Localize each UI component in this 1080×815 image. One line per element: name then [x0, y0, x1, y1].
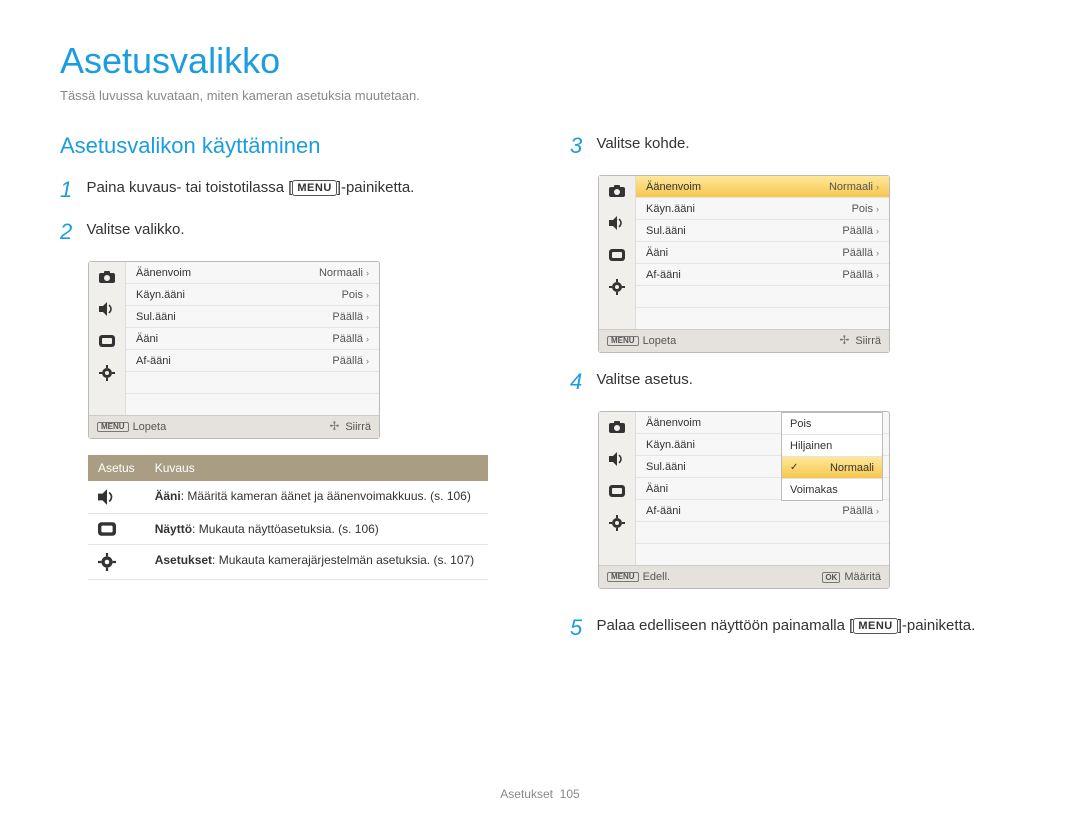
menu-icon: MENU: [607, 572, 639, 583]
lcd-menu-list: ÄänenvoimNormaali› Käyn.ääniPois› Sul.ää…: [126, 262, 379, 415]
list-item: Af-ääniPäällä›: [126, 350, 379, 372]
ok-icon: OK: [822, 572, 840, 583]
page-footer: Asetukset 105: [0, 787, 1080, 801]
section-heading: Asetusvalikon käyttäminen: [60, 133, 510, 159]
lcd-footer: MENUEdell. OKMääritä: [599, 565, 889, 588]
sound-icon: [88, 481, 145, 514]
lcd-sidebar: [599, 176, 636, 329]
step-number: 2: [60, 219, 82, 245]
display-icon: [98, 332, 116, 350]
sound-icon: [98, 300, 116, 318]
gear-icon: [98, 364, 116, 382]
list-item: Voimakas: [782, 479, 882, 500]
lcd-screenshot-1: ÄänenvoimNormaali› Käyn.ääniPois› Sul.ää…: [88, 261, 380, 439]
page-intro: Tässä luvussa kuvataan, miten kameran as…: [60, 88, 1020, 103]
step-text: Palaa edelliseen näyttöön painamalla [ME…: [596, 615, 975, 636]
list-item: Käyn.ääniPois›: [126, 284, 379, 306]
menu-icon: MENU: [607, 336, 639, 347]
gear-icon: [608, 514, 626, 532]
check-icon: ✓: [790, 462, 798, 473]
camera-icon: [608, 418, 626, 436]
camera-icon: [98, 268, 116, 286]
settings-table: Asetus Kuvaus Ääni: Määritä kameran ääne…: [88, 455, 488, 580]
step-1: 1 Paina kuvaus- tai toistotilassa [MENU]…: [60, 177, 510, 203]
table-header: Asetus: [88, 455, 145, 481]
menu-button-label: MENU: [292, 180, 336, 196]
display-icon: [88, 514, 145, 545]
gear-icon: [88, 545, 145, 580]
page-title: Asetusvalikko: [60, 40, 1020, 82]
gear-icon: [608, 278, 626, 296]
sound-icon: [608, 214, 626, 232]
lcd-footer: MENULopeta Siirrä: [89, 415, 379, 438]
step-text: Paina kuvaus- tai toistotilassa [MENU]-p…: [86, 177, 414, 198]
table-row: Asetukset: Mukauta kamerajärjestelmän as…: [88, 545, 488, 580]
list-item: Käyn.ääniPois›: [636, 198, 889, 220]
list-item: Af-ääniPäällä›: [636, 264, 889, 286]
lcd-menu-list: Äänenvoim Käyn.ääni Sul.ääni Ääni Af-ään…: [636, 412, 889, 565]
lcd-sidebar: [599, 412, 636, 565]
step-text: Valitse valikko.: [86, 219, 184, 240]
menu-button-label: MENU: [853, 618, 897, 634]
lcd-screenshot-2: ÄänenvoimNormaali› Käyn.ääniPois› Sul.ää…: [598, 175, 890, 353]
step-number: 4: [570, 369, 592, 395]
step-5: 5 Palaa edelliseen näyttöön painamalla […: [570, 615, 1020, 641]
lcd-sidebar: [89, 262, 126, 415]
table-row: Näyttö: Mukauta näyttöasetuksia. (s. 106…: [88, 514, 488, 545]
sound-icon: [608, 450, 626, 468]
list-item: Hiljainen: [782, 435, 882, 457]
lcd-menu-list: ÄänenvoimNormaali› Käyn.ääniPois› Sul.ää…: [636, 176, 889, 329]
list-item: ÄänenvoimNormaali›: [126, 262, 379, 284]
submenu-overlay: Pois Hiljainen ✓Normaali Voimakas: [781, 412, 883, 501]
lcd-screenshot-3: Äänenvoim Käyn.ääni Sul.ääni Ääni Af-ään…: [598, 411, 890, 589]
list-item: ÄäniPäällä›: [636, 242, 889, 264]
table-row: Ääni: Määritä kameran äänet ja äänenvoim…: [88, 481, 488, 514]
display-icon: [608, 482, 626, 500]
step-number: 5: [570, 615, 592, 641]
step-text: Valitse kohde.: [596, 133, 689, 154]
step-text: Valitse asetus.: [596, 369, 692, 390]
list-item: Sul.ääniPäällä›: [126, 306, 379, 328]
menu-icon: MENU: [97, 422, 129, 433]
step-2: 2 Valitse valikko.: [60, 219, 510, 245]
list-item: Af-ääniPäällä›: [636, 500, 889, 522]
display-icon: [608, 246, 626, 264]
list-item: Pois: [782, 413, 882, 435]
list-item: ÄäniPäällä›: [126, 328, 379, 350]
list-item-selected: ÄänenvoimNormaali›: [636, 176, 889, 198]
list-item: Sul.ääniPäällä›: [636, 220, 889, 242]
step-3: 3 Valitse kohde.: [570, 133, 1020, 159]
step-4: 4 Valitse asetus.: [570, 369, 1020, 395]
list-item-selected: ✓Normaali: [782, 457, 882, 479]
step-number: 1: [60, 177, 82, 203]
dpad-icon: [839, 335, 851, 347]
table-header: Kuvaus: [145, 455, 488, 481]
camera-icon: [608, 182, 626, 200]
lcd-footer: MENULopeta Siirrä: [599, 329, 889, 352]
step-number: 3: [570, 133, 592, 159]
dpad-icon: [329, 421, 341, 433]
